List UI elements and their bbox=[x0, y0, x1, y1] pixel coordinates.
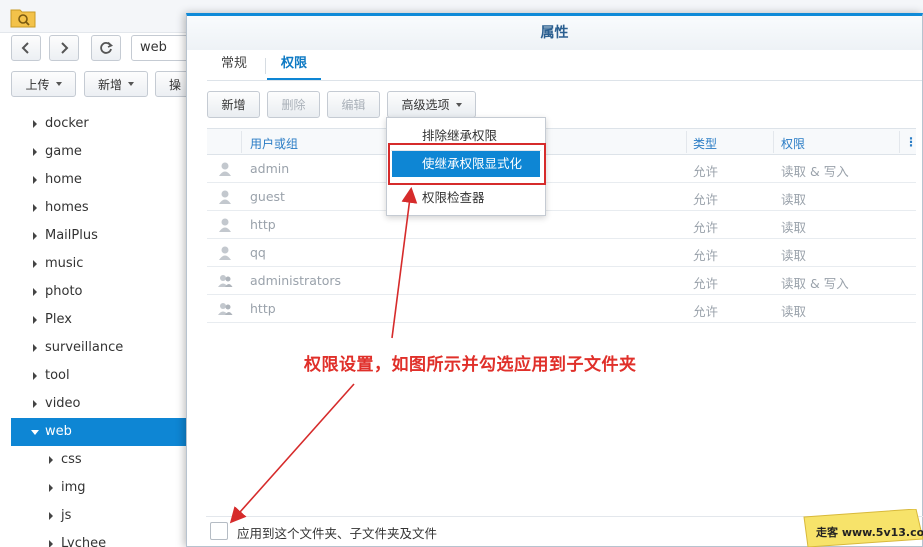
annotation-arrows bbox=[229, 186, 418, 524]
annotation-text: 权限设置，如图所示并勾选应用到子文件夹 bbox=[304, 355, 637, 375]
arrow-to-menu bbox=[391, 186, 418, 339]
watermark-text: 走客 www.5v13.com bbox=[816, 526, 923, 539]
arrow-to-checkbox bbox=[229, 383, 355, 524]
